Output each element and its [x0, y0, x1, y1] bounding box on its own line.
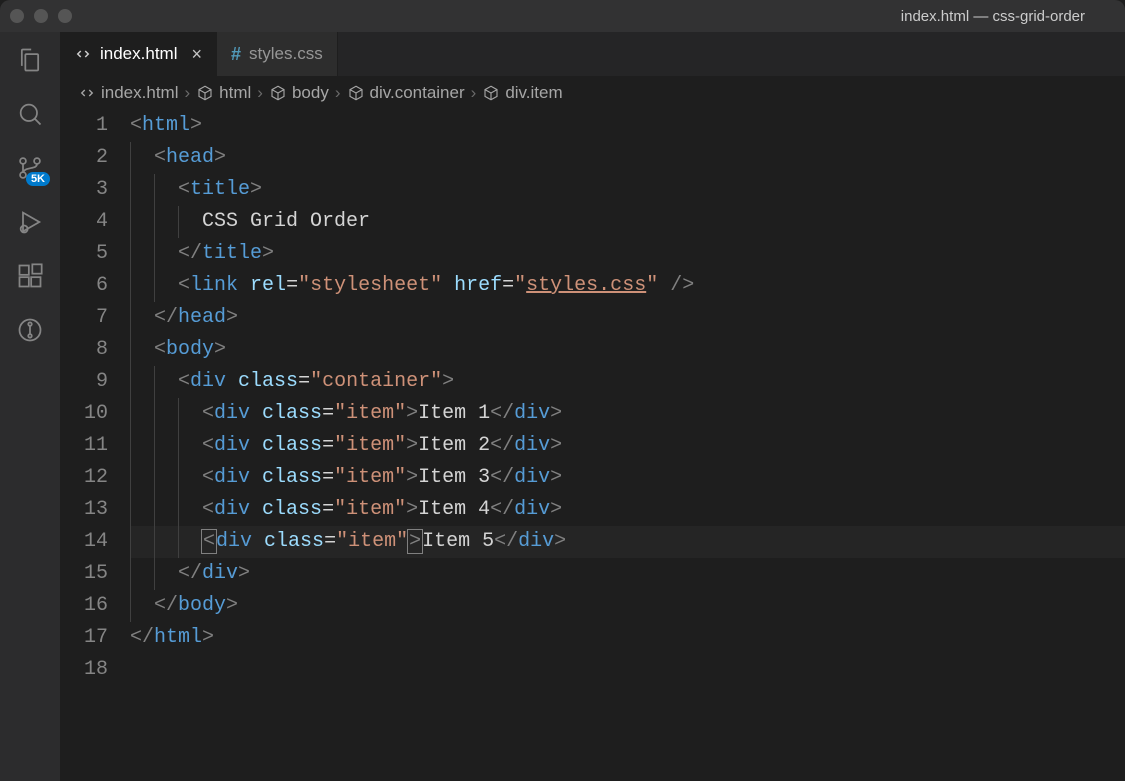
line-number: 8: [60, 334, 108, 366]
tab-label: index.html: [100, 44, 177, 64]
breadcrumb-label: body: [292, 83, 329, 103]
breadcrumb-item[interactable]: div.item: [482, 83, 562, 103]
code-line[interactable]: </div>: [130, 558, 1125, 590]
code-line[interactable]: [130, 654, 1125, 686]
line-number: 15: [60, 558, 108, 590]
breadcrumb-item[interactable]: html: [196, 83, 251, 103]
breadcrumb-item[interactable]: index.html: [78, 83, 178, 103]
breadcrumbs[interactable]: index.html › html › body › div.container › div.i…: [60, 76, 1125, 110]
code-line[interactable]: </head>: [130, 302, 1125, 334]
line-number: 4: [60, 206, 108, 238]
breadcrumb-label: html: [219, 83, 251, 103]
line-number: 16: [60, 590, 108, 622]
line-number: 14: [60, 526, 108, 558]
line-number: 18: [60, 654, 108, 686]
code-line[interactable]: <div class="container">: [130, 366, 1125, 398]
code-editor[interactable]: 123456789101112131415161718 <html><head>…: [60, 110, 1125, 781]
search-icon[interactable]: [14, 98, 46, 130]
git-graph-icon[interactable]: [14, 314, 46, 346]
titlebar[interactable]: index.html — css-grid-order: [0, 0, 1125, 32]
line-number: 9: [60, 366, 108, 398]
line-number: 5: [60, 238, 108, 270]
tab-index-html[interactable]: index.html ×: [60, 32, 217, 76]
code-line[interactable]: <div class="item">Item 5</div>: [130, 526, 1125, 558]
code-line[interactable]: <div class="item">Item 3</div>: [130, 462, 1125, 494]
tab-styles-css[interactable]: # styles.css: [217, 32, 338, 76]
source-control-badge: 5K: [26, 172, 50, 186]
line-number: 10: [60, 398, 108, 430]
line-number-gutter: 123456789101112131415161718: [60, 110, 130, 781]
line-number: 3: [60, 174, 108, 206]
extensions-icon[interactable]: [14, 260, 46, 292]
code-line[interactable]: </body>: [130, 590, 1125, 622]
window-title: index.html — css-grid-order: [901, 8, 1085, 25]
code-line[interactable]: <body>: [130, 334, 1125, 366]
line-number: 12: [60, 462, 108, 494]
code-line[interactable]: <head>: [130, 142, 1125, 174]
code-line[interactable]: </html>: [130, 622, 1125, 654]
run-debug-icon[interactable]: [14, 206, 46, 238]
chevron-right-icon: ›: [257, 83, 263, 103]
line-number: 11: [60, 430, 108, 462]
breadcrumb-label: index.html: [101, 83, 178, 103]
traffic-lights: [10, 9, 72, 23]
html-file-icon: [74, 45, 92, 63]
chevron-right-icon: ›: [471, 83, 477, 103]
breadcrumb-item[interactable]: body: [269, 83, 329, 103]
explorer-icon[interactable]: [14, 44, 46, 76]
code-line[interactable]: <link rel="stylesheet" href="styles.css"…: [130, 270, 1125, 302]
close-tab-icon[interactable]: ×: [191, 45, 202, 63]
breadcrumb-item[interactable]: div.container: [347, 83, 465, 103]
code-line[interactable]: <div class="item">Item 4</div>: [130, 494, 1125, 526]
code-line[interactable]: <title>: [130, 174, 1125, 206]
code-line[interactable]: <div class="item">Item 2</div>: [130, 430, 1125, 462]
close-window-button[interactable]: [10, 9, 24, 23]
tab-bar: index.html × # styles.css: [60, 32, 1125, 76]
line-number: 13: [60, 494, 108, 526]
chevron-right-icon: ›: [335, 83, 341, 103]
minimize-window-button[interactable]: [34, 9, 48, 23]
code-line[interactable]: CSS Grid Order: [130, 206, 1125, 238]
code-content[interactable]: <html><head><title>CSS Grid Order</title…: [130, 110, 1125, 781]
activity-bar: 5K: [0, 32, 60, 781]
line-number: 2: [60, 142, 108, 174]
code-line[interactable]: <html>: [130, 110, 1125, 142]
line-number: 6: [60, 270, 108, 302]
breadcrumb-label: div.item: [505, 83, 562, 103]
line-number: 7: [60, 302, 108, 334]
code-line[interactable]: <div class="item">Item 1</div>: [130, 398, 1125, 430]
editor-area: index.html × # styles.css index.html › htm…: [60, 32, 1125, 781]
code-line[interactable]: </title>: [130, 238, 1125, 270]
maximize-window-button[interactable]: [58, 9, 72, 23]
vscode-window: index.html — css-grid-order 5K: [0, 0, 1125, 781]
line-number: 1: [60, 110, 108, 142]
chevron-right-icon: ›: [184, 83, 190, 103]
breadcrumb-label: div.container: [370, 83, 465, 103]
css-file-icon: #: [231, 44, 241, 65]
source-control-icon[interactable]: 5K: [14, 152, 46, 184]
tab-label: styles.css: [249, 44, 323, 64]
line-number: 17: [60, 622, 108, 654]
